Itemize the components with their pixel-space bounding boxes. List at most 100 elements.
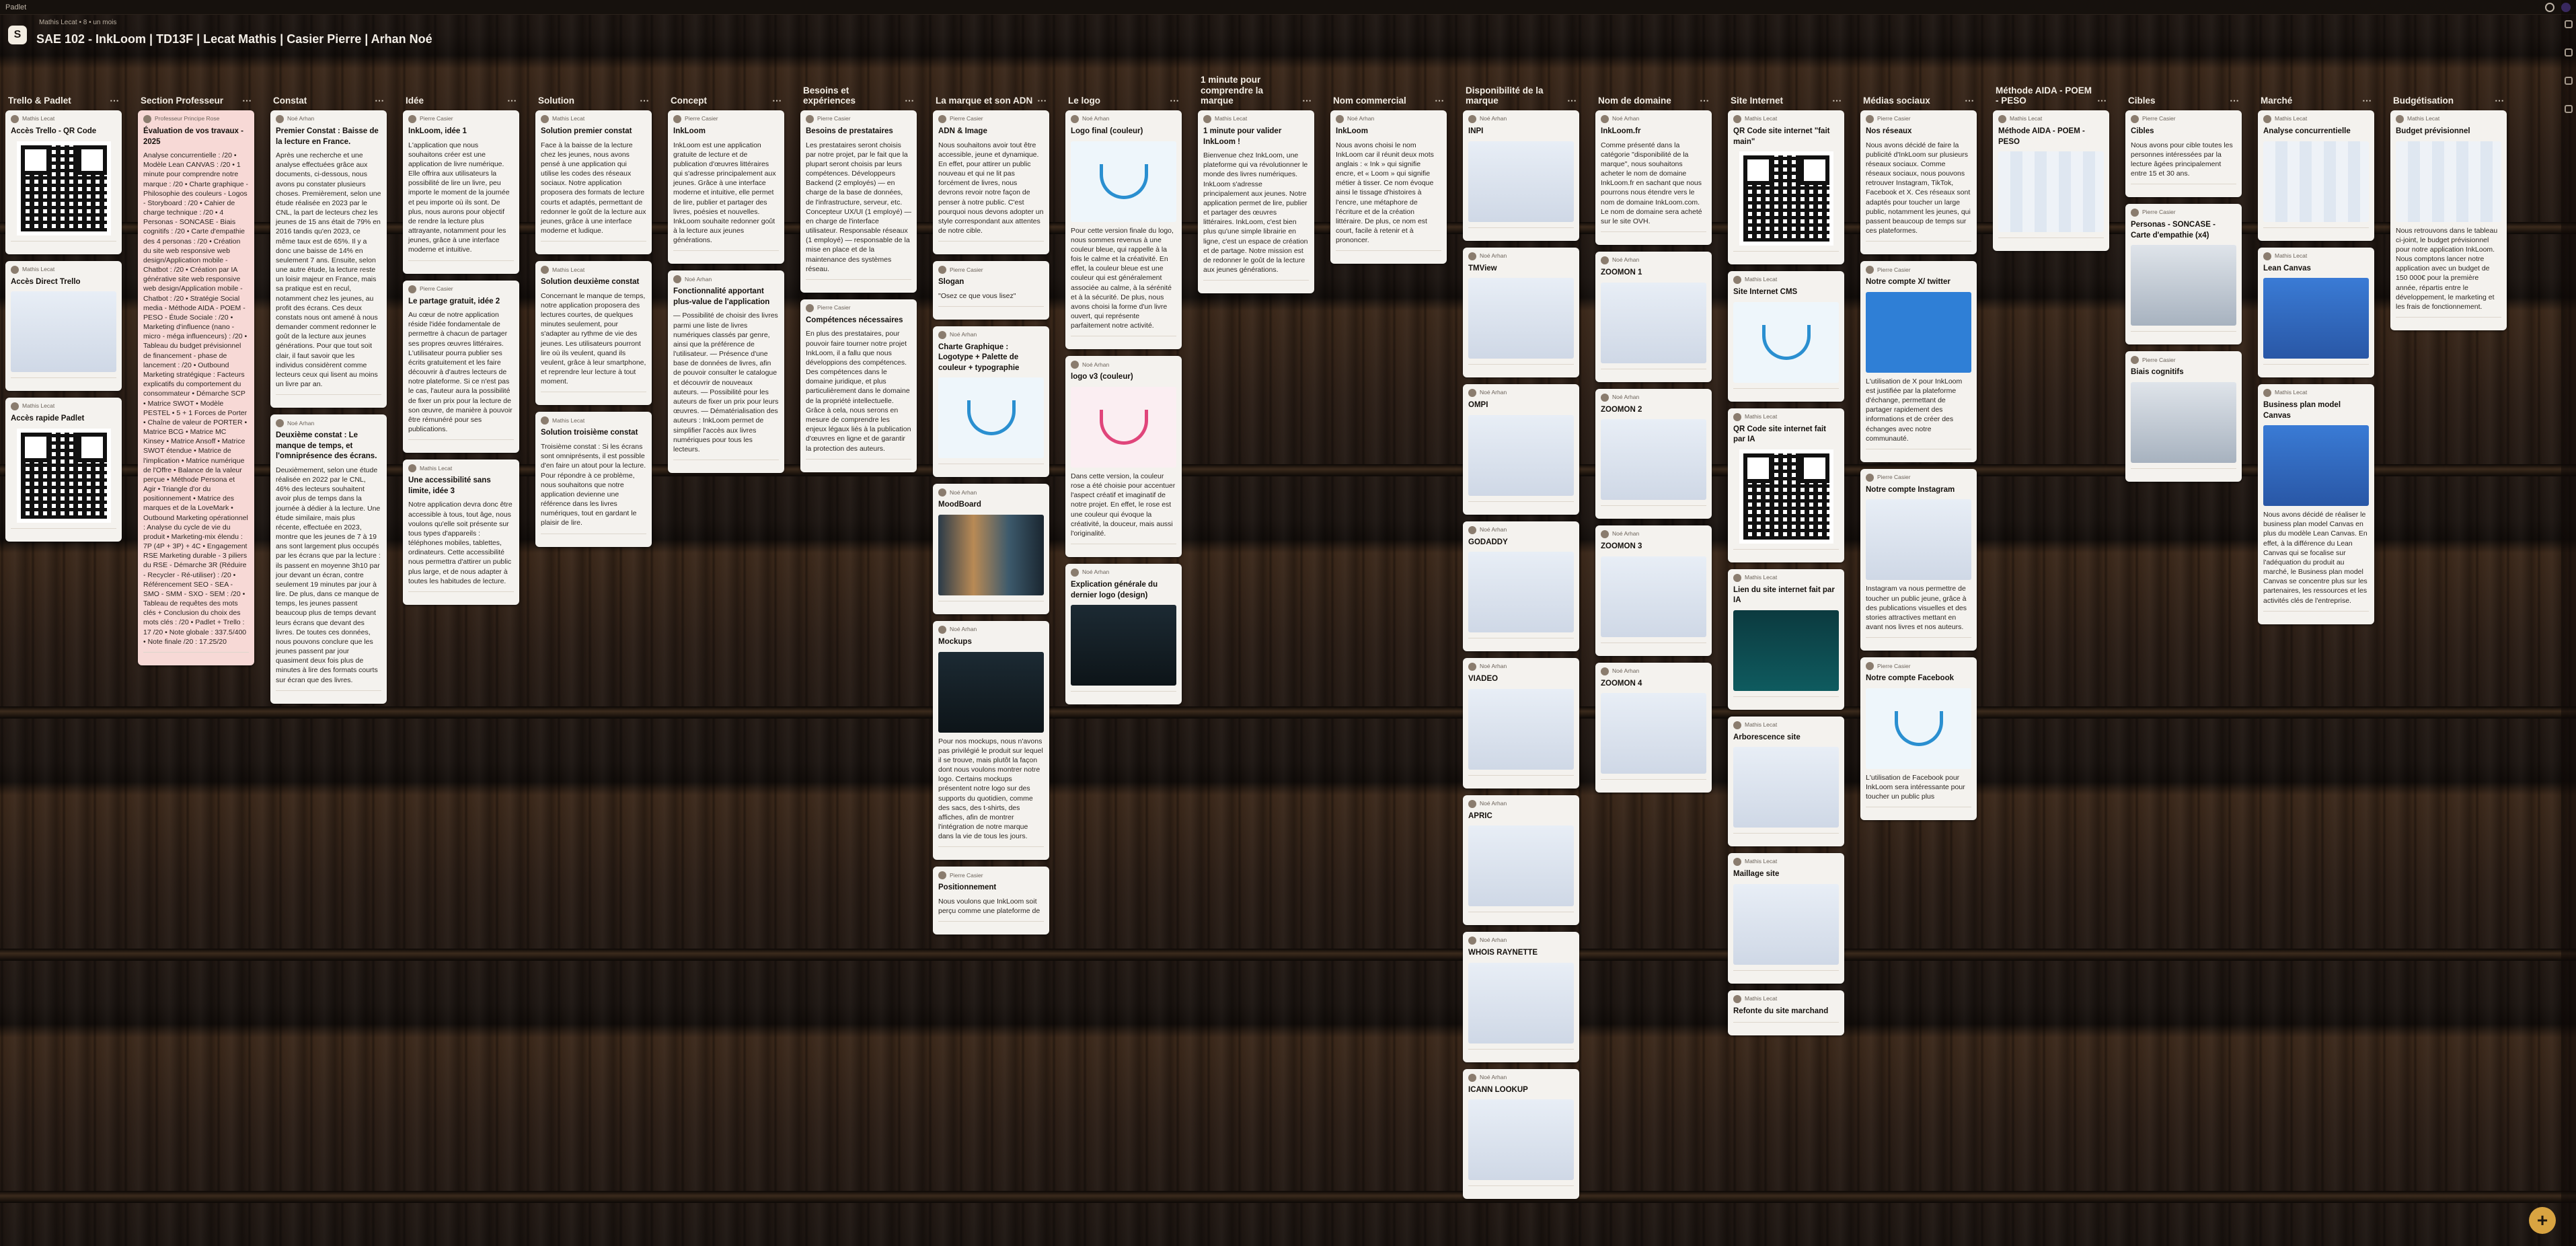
- post-image[interactable]: [2263, 425, 2369, 507]
- post-comment-bar[interactable]: [673, 460, 779, 466]
- post-comment-bar[interactable]: [408, 591, 514, 598]
- post-image[interactable]: [1468, 962, 1574, 1043]
- post-comment-bar[interactable]: [1468, 501, 1574, 508]
- post-comment-bar[interactable]: [1468, 364, 1574, 371]
- post-image[interactable]: [1601, 693, 1706, 774]
- post-comment-bar[interactable]: [1468, 1048, 1574, 1056]
- post-comment-bar[interactable]: [1336, 250, 1441, 257]
- post-comment-bar[interactable]: [143, 651, 249, 659]
- post-comment-bar[interactable]: [1468, 912, 1574, 918]
- post-card[interactable]: Mathis Lecat Refonte du site marchand: [1728, 990, 1844, 1036]
- post-image[interactable]: [1468, 141, 1574, 222]
- post-comment-bar[interactable]: [1733, 1022, 1839, 1029]
- post-image[interactable]: [1733, 747, 1839, 828]
- column-header[interactable]: Médias sociaux ⋯: [1860, 73, 1977, 110]
- post-card[interactable]: Professeur Principe Rose Évaluation de vo…: [138, 110, 254, 665]
- column-header[interactable]: Besoins et expériences ⋯: [800, 73, 917, 110]
- post-card[interactable]: Mathis Lecat Accès Trello - QR Code: [5, 110, 122, 254]
- settings-icon[interactable]: [2565, 48, 2573, 57]
- column-more-icon[interactable]: ⋯: [1302, 95, 1312, 106]
- post-image[interactable]: [1071, 386, 1176, 468]
- post-card[interactable]: Pierre Casier Le partage gratuit, idée 2 A…: [403, 280, 519, 453]
- post-card[interactable]: Mathis Lecat Analyse concurrentielle: [2258, 110, 2374, 241]
- post-comment-bar[interactable]: [806, 279, 911, 286]
- post-card[interactable]: Noé Arhan ICANN LOOKUP: [1463, 1068, 1579, 1200]
- post-card[interactable]: Noé Arhan ZOOMON 4: [1595, 662, 1712, 793]
- post-image[interactable]: [938, 651, 1044, 733]
- column-header[interactable]: Marché ⋯: [2258, 73, 2374, 110]
- post-card[interactable]: Pierre Casier Nos réseaux Nous avons décid…: [1860, 110, 1977, 255]
- post-card[interactable]: Noé Arhan VIADEO: [1463, 658, 1579, 789]
- post-comment-bar[interactable]: [276, 394, 381, 401]
- post-comment-bar[interactable]: [2263, 610, 2369, 618]
- post-comment-bar[interactable]: [938, 464, 1044, 470]
- post-image[interactable]: [1733, 883, 1839, 965]
- post-card[interactable]: Noé Arhan INPI: [1463, 110, 1579, 241]
- post-comment-bar[interactable]: [541, 533, 646, 540]
- post-comment-bar[interactable]: [2263, 227, 2369, 234]
- post-comment-bar[interactable]: [1998, 237, 2104, 244]
- column-more-icon[interactable]: ⋯: [2230, 95, 2239, 106]
- column-more-icon[interactable]: ⋯: [2097, 95, 2107, 106]
- post-card[interactable]: Noé Arhan ZOOMON 3: [1595, 525, 1712, 656]
- share-icon[interactable]: [2565, 20, 2573, 28]
- post-image[interactable]: [1071, 605, 1176, 686]
- post-card[interactable]: Pierre Casier InkLoom, idée 1 L'applicatio…: [403, 110, 519, 274]
- column-more-icon[interactable]: ⋯: [1435, 95, 1444, 106]
- column-more-icon[interactable]: ⋯: [905, 95, 914, 106]
- column-header[interactable]: Le logo ⋯: [1065, 73, 1182, 110]
- post-comment-bar[interactable]: [938, 305, 1044, 313]
- post-card[interactable]: Noé Arhan WHOIS RAYNETTE: [1463, 932, 1579, 1062]
- post-card[interactable]: Mathis Lecat Accès rapide Padlet: [5, 398, 122, 542]
- post-image[interactable]: [1601, 419, 1706, 501]
- post-card[interactable]: Mathis Lecat Une accessibilité sans limit…: [403, 460, 519, 605]
- post-image[interactable]: [1468, 1099, 1574, 1181]
- column-header[interactable]: Nom commercial ⋯: [1330, 73, 1447, 110]
- post-comment-bar[interactable]: [673, 250, 779, 257]
- post-card[interactable]: Pierre Casier Notre compte Instagram Insta…: [1860, 468, 1977, 651]
- post-image[interactable]: [2396, 141, 2501, 222]
- post-image[interactable]: [1468, 826, 1574, 907]
- post-card[interactable]: Mathis Lecat Méthode AIDA - POEM - PESO: [1993, 110, 2109, 252]
- post-comment-bar[interactable]: [1866, 241, 1971, 248]
- post-comment-bar[interactable]: [1866, 637, 1971, 644]
- post-card[interactable]: Mathis Lecat Arborescence site: [1728, 716, 1844, 847]
- post-card[interactable]: Pierre Casier Slogan "Osez ce que vous lis…: [933, 261, 1049, 320]
- post-card[interactable]: Mathis Lecat QR Code site internet fait p…: [1728, 408, 1844, 562]
- qr-code-image[interactable]: [16, 428, 111, 523]
- post-comment-bar[interactable]: [1601, 505, 1706, 512]
- add-post-button[interactable]: +: [2529, 1207, 2556, 1234]
- column-header[interactable]: Nom de domaine ⋯: [1595, 73, 1712, 110]
- post-comment-bar[interactable]: [1733, 548, 1839, 556]
- column-header[interactable]: Budgétisation ⋯: [2390, 73, 2507, 110]
- post-card[interactable]: Mathis Lecat Lien du site internet fait p…: [1728, 569, 1844, 710]
- post-card[interactable]: Mathis Lecat Business plan model Canvas No…: [2258, 384, 2374, 624]
- board-logo[interactable]: S: [8, 26, 27, 44]
- post-image[interactable]: [1733, 610, 1839, 691]
- search-icon[interactable]: [2545, 2, 2554, 12]
- post-card[interactable]: Noé Arhan ZOOMON 1: [1595, 252, 1712, 382]
- post-comment-bar[interactable]: [276, 690, 381, 697]
- post-comment-bar[interactable]: [1733, 251, 1839, 258]
- post-comment-bar[interactable]: [2131, 331, 2236, 338]
- post-image[interactable]: [1468, 688, 1574, 770]
- post-comment-bar[interactable]: [2131, 468, 2236, 475]
- column-more-icon[interactable]: ⋯: [1965, 95, 1974, 106]
- post-card[interactable]: Noé Arhan InkLoom Nous avons choisi le nom…: [1330, 110, 1447, 264]
- post-card[interactable]: Pierre Casier Notre compte X/ twitter L'ut…: [1860, 261, 1977, 462]
- post-card[interactable]: Noé Arhan Fonctionnalité apportant plus-v…: [668, 270, 784, 474]
- post-card[interactable]: Mathis Lecat Solution deuxième constat Con…: [535, 261, 652, 406]
- post-image[interactable]: [2263, 278, 2369, 359]
- post-comment-bar[interactable]: [938, 600, 1044, 608]
- post-card[interactable]: Pierre Casier Positionnement Nous voulons …: [933, 867, 1049, 935]
- post-image[interactable]: [1866, 499, 1971, 581]
- column-more-icon[interactable]: ⋯: [375, 95, 384, 106]
- post-image[interactable]: [2131, 245, 2236, 326]
- post-comment-bar[interactable]: [1601, 642, 1706, 649]
- post-card[interactable]: Mathis Lecat QR Code site internet "fait …: [1728, 110, 1844, 265]
- column-header[interactable]: Site Internet ⋯: [1728, 73, 1844, 110]
- post-card[interactable]: Noé Arhan Deuxième constat : Le manque de…: [270, 414, 387, 704]
- post-comment-bar[interactable]: [1733, 388, 1839, 395]
- column-header[interactable]: La marque et son ADN ⋯: [933, 73, 1049, 110]
- post-card[interactable]: Noé Arhan Logo final (couleur) Pour cette …: [1065, 110, 1182, 350]
